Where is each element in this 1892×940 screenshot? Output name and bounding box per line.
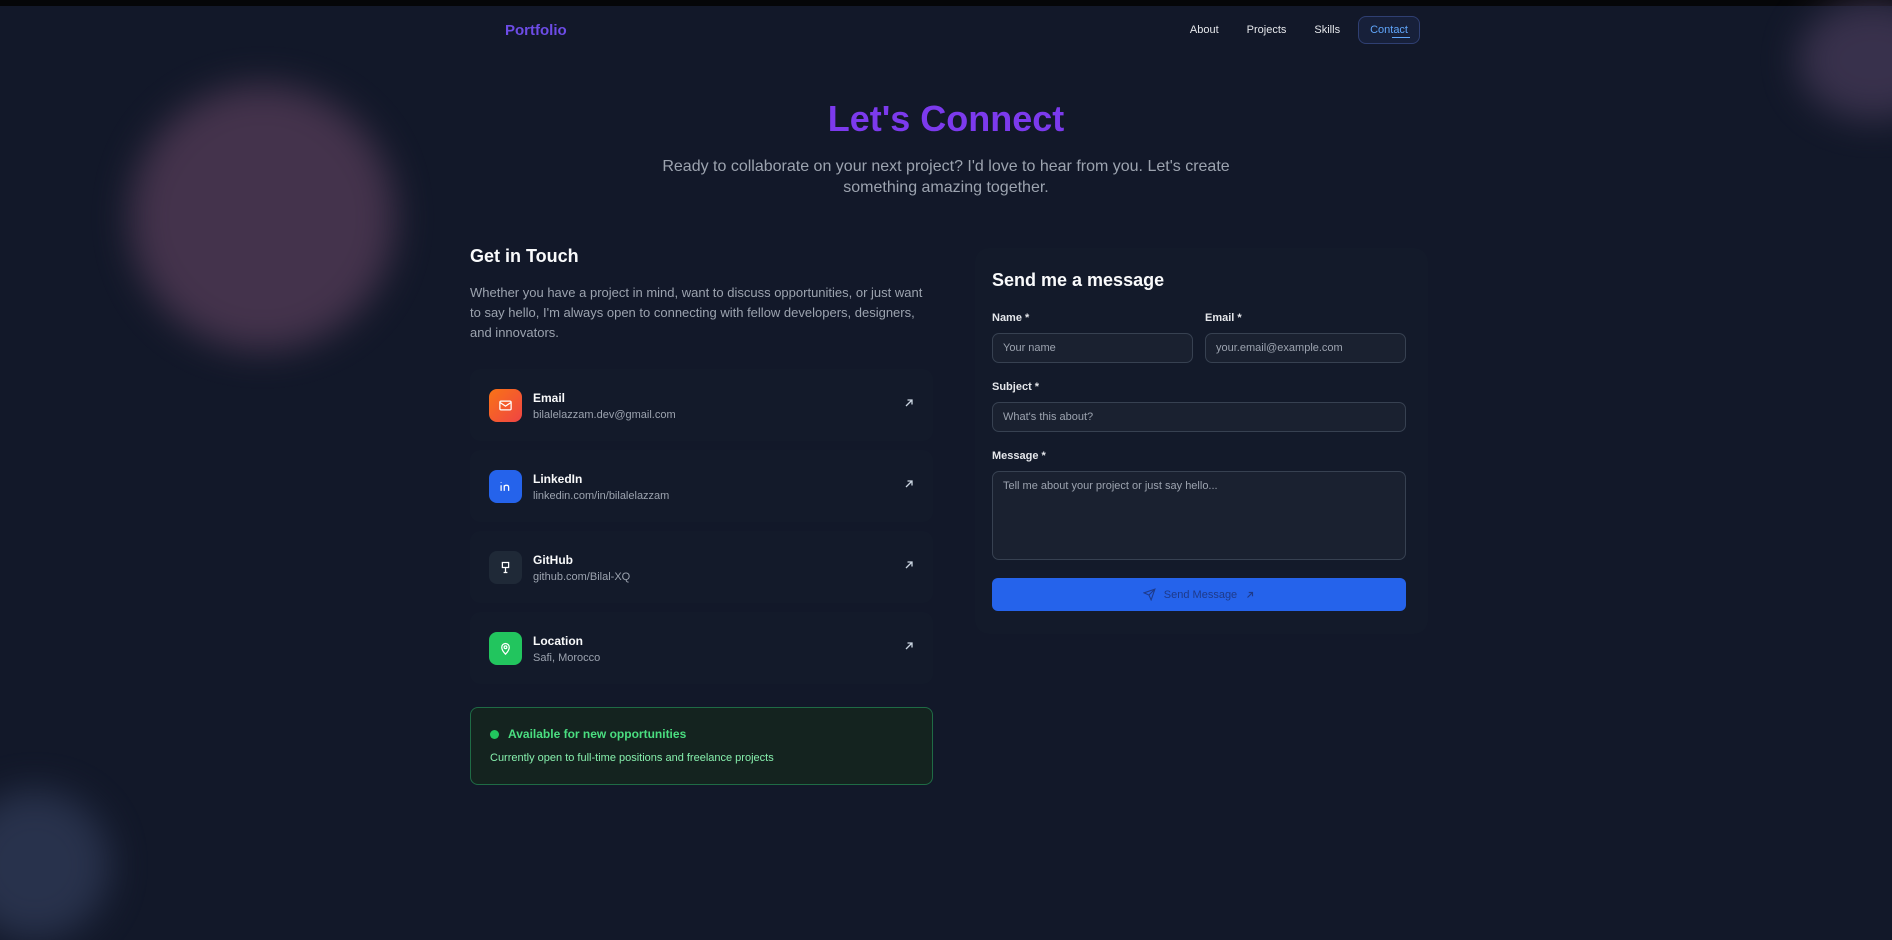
subject-input[interactable]: What's this about?: [992, 402, 1406, 432]
github-icon: [489, 551, 522, 584]
nav-links: About Projects Skills Contact: [1180, 16, 1420, 44]
subject-label: Subject *: [992, 381, 1040, 393]
contact-card-github[interactable]: GitHub github.com/Bilal-XQ: [470, 531, 933, 603]
external-link-icon: [905, 642, 913, 650]
card-value: github.com/Bilal-XQ: [533, 571, 631, 583]
email-label: Email *: [1205, 312, 1242, 324]
form-title: Send me a message: [992, 270, 1165, 290]
send-message-button[interactable]: Send Message: [992, 578, 1406, 611]
card-title: GitHub: [533, 553, 573, 567]
nav-link-skills[interactable]: Skills: [1304, 16, 1350, 44]
name-label: Name *: [992, 312, 1030, 324]
card-title: Email: [533, 391, 566, 405]
linkedin-icon: [489, 470, 522, 503]
status-dot: [490, 730, 499, 739]
availability-title: Available for new opportunities: [508, 727, 687, 741]
contact-card-linkedin[interactable]: LinkedIn linkedin.com/in/bilalelazzam: [470, 450, 933, 522]
brand-logo[interactable]: Portfolio: [505, 22, 567, 39]
page-title: Let's Connect: [827, 98, 1065, 139]
card-title: LinkedIn: [533, 472, 583, 486]
map-pin-icon: [489, 632, 522, 665]
nav-link-about[interactable]: About: [1180, 16, 1229, 44]
nav-link-projects[interactable]: Projects: [1237, 16, 1297, 44]
background-blob: [0, 790, 110, 940]
card-value: linkedin.com/in/bilalelazzam: [533, 490, 670, 502]
external-link-icon: [905, 561, 913, 569]
availability-text: Currently open to full-time positions an…: [490, 752, 774, 764]
page-subtitle: Ready to collaborate on your next projec…: [662, 158, 1230, 196]
message-textarea[interactable]: Tell me about your project or just say h…: [992, 471, 1406, 560]
contact-info-section: Get in Touch Whether you have a project …: [470, 246, 933, 343]
arrow-up-right-icon: [1247, 591, 1254, 598]
message-label: Message *: [992, 450, 1046, 462]
mail-icon: [489, 389, 522, 422]
email-input[interactable]: your.email@example.com: [1205, 333, 1406, 363]
window-top-strip: [0, 0, 1892, 6]
nav-link-contact[interactable]: Contact: [1358, 16, 1420, 44]
contact-form: Send me a message Name * Your name Email…: [975, 248, 1428, 634]
card-value: Safi, Morocco: [533, 652, 601, 664]
availability-banner: Available for new opportunities Currentl…: [470, 707, 933, 785]
contact-intro: Whether you have a project in mind, want…: [470, 285, 923, 340]
external-link-icon: [905, 399, 913, 407]
card-value: bilalelazzam.dev@gmail.com: [533, 409, 676, 421]
card-title: Location: [533, 634, 583, 648]
section-title: Get in Touch: [470, 246, 579, 266]
top-navigation: Portfolio About Projects Skills Contact: [470, 16, 1420, 48]
send-icon: [1142, 588, 1156, 601]
name-input[interactable]: Your name: [992, 333, 1193, 363]
contact-card-location[interactable]: Location Safi, Morocco: [470, 612, 933, 684]
contact-card-email[interactable]: Email bilalelazzam.dev@gmail.com: [470, 369, 933, 441]
external-link-icon: [905, 480, 913, 488]
send-message-label: Send Message: [1163, 588, 1238, 601]
